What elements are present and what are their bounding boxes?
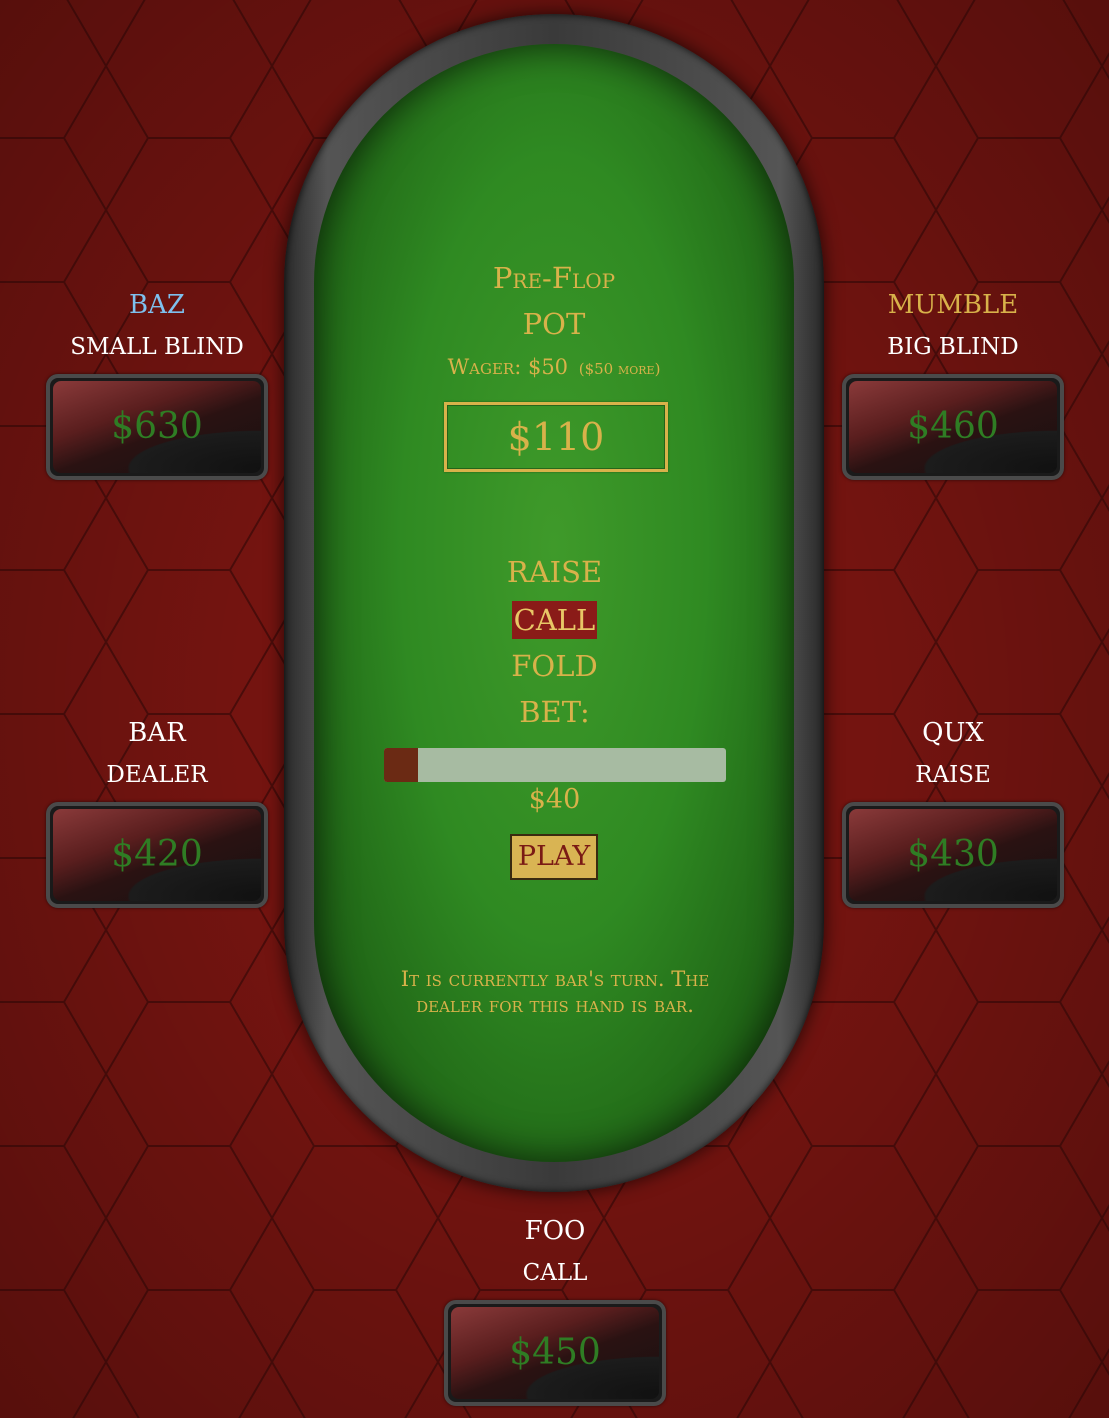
player-seat-qux: QUX RAISE $430 — [840, 716, 1066, 908]
action-call-row: CALL — [0, 601, 1109, 639]
turn-status-message: It is currently bar's turn. The dealer f… — [400, 967, 710, 1017]
player-role: SMALL BLIND — [70, 334, 244, 360]
player-name: QUX — [922, 718, 984, 748]
action-raise-row: RAISE — [0, 553, 1109, 591]
chip-count-box: $450 — [444, 1300, 666, 1406]
chip-count: $450 — [509, 1332, 601, 1373]
player-seat-bar: BAR DEALER $420 — [44, 716, 270, 908]
player-name: FOO — [524, 1216, 586, 1246]
pot-amount: $110 — [444, 402, 668, 472]
player-name: MUMBLE — [887, 290, 1019, 320]
pot-label: POT — [522, 307, 586, 341]
chip-count-box: $460 — [842, 374, 1064, 480]
chip-count: $630 — [111, 406, 203, 447]
chip-count: $420 — [111, 834, 203, 875]
action-fold-row: FOLD — [0, 647, 1109, 685]
player-role: CALL — [522, 1260, 588, 1286]
player-seat-baz: BAZ SMALL BLIND $630 — [44, 288, 270, 480]
raise-action[interactable]: RAISE — [505, 553, 604, 591]
player-name: BAR — [128, 718, 186, 748]
chip-count-box: $630 — [46, 374, 268, 480]
chip-count: $430 — [907, 834, 999, 875]
player-seat-mumble: MUMBLE BIG BLIND $460 — [840, 288, 1066, 480]
wager-info: Wager: $50 ($50 more) — [314, 352, 794, 384]
player-role: BIG BLIND — [887, 334, 1019, 360]
wager-more: ($50 more) — [578, 360, 661, 378]
player-role: RAISE — [915, 762, 991, 788]
play-button[interactable]: PLAY — [510, 834, 598, 880]
bet-label: BET: — [519, 695, 590, 729]
fold-action[interactable]: FOLD — [509, 647, 599, 685]
player-seat-foo: FOO CALL $450 — [442, 1214, 668, 1406]
player-name: BAZ — [129, 290, 185, 320]
wager-label: Wager: $50 — [447, 355, 569, 379]
chip-count-box: $420 — [46, 802, 268, 908]
chip-count: $460 — [907, 406, 999, 447]
chip-count-box: $430 — [842, 802, 1064, 908]
call-action[interactable]: CALL — [511, 601, 598, 639]
bet-slider[interactable] — [384, 748, 726, 782]
player-role: DEALER — [106, 762, 208, 788]
round-title: Pre-Flop — [492, 261, 616, 295]
bet-slider-handle[interactable] — [384, 748, 418, 782]
